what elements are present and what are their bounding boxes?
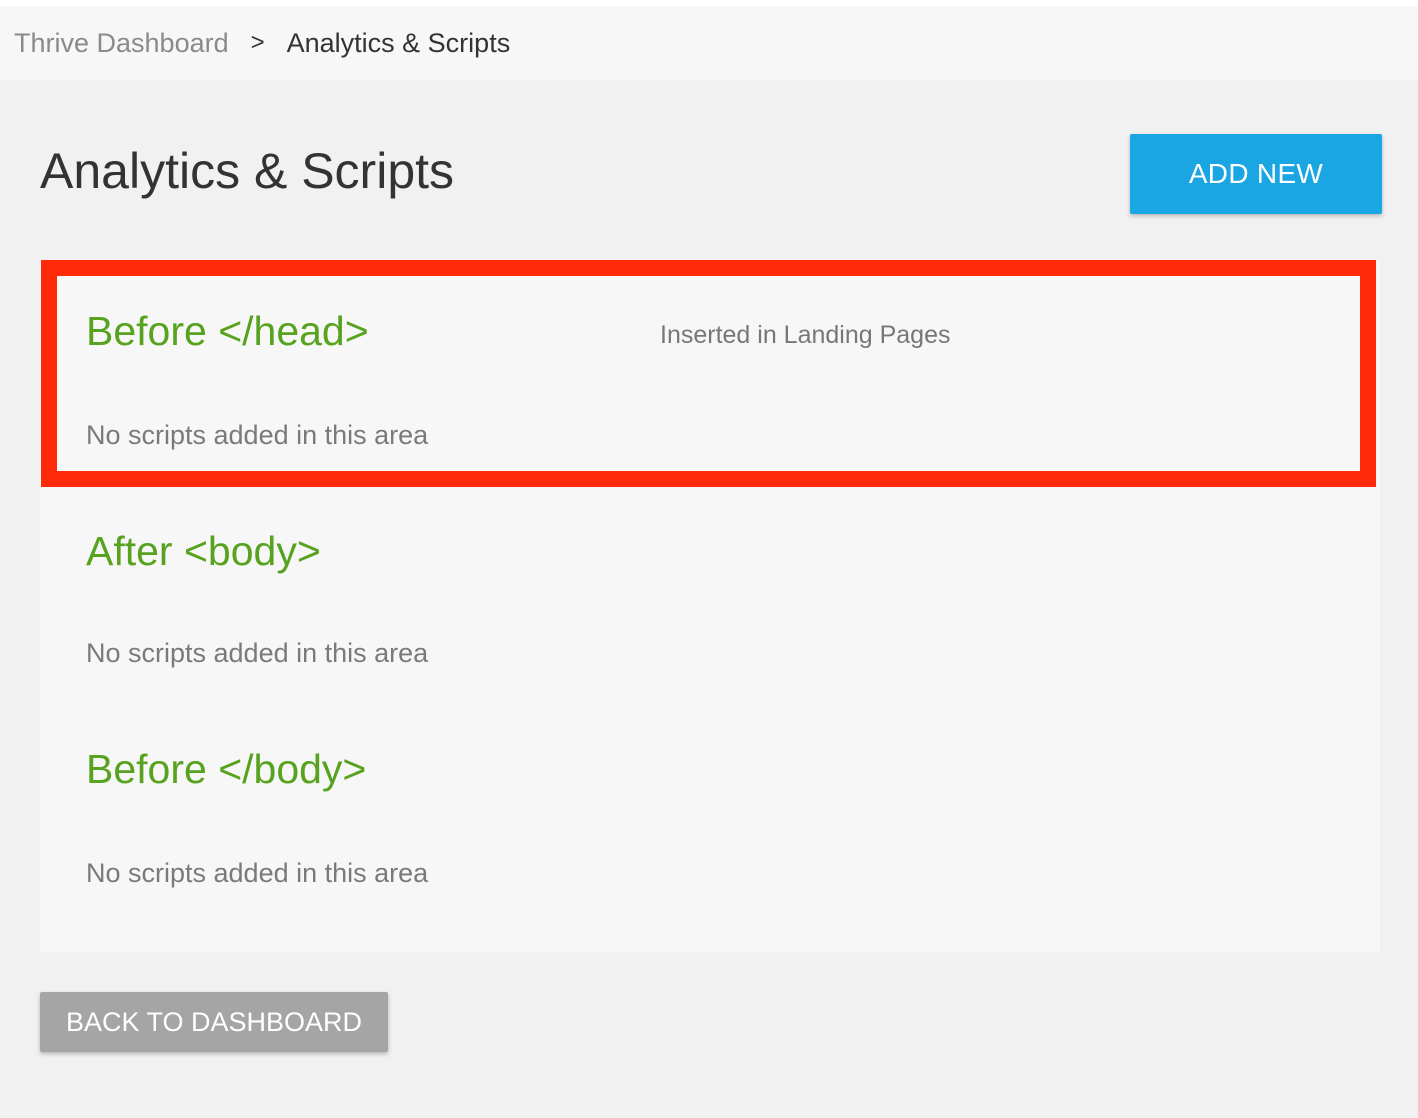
breadcrumb-separator: > xyxy=(250,29,265,56)
section-empty-text: No scripts added in this area xyxy=(86,858,429,888)
scripts-panel xyxy=(40,262,1380,952)
section-title: After <body> xyxy=(86,528,321,574)
section-title: Before </head> xyxy=(86,308,369,354)
section-empty-text: No scripts added in this area xyxy=(86,420,429,450)
breadcrumb-current: Analytics & Scripts xyxy=(286,27,511,58)
add-new-button[interactable]: ADD NEW xyxy=(1130,134,1382,214)
page-title: Analytics & Scripts xyxy=(40,143,455,199)
breadcrumb: Thrive Dashboard > Analytics & Scripts xyxy=(0,6,1418,80)
breadcrumb-link-dashboard[interactable]: Thrive Dashboard xyxy=(14,28,229,59)
section-title: Before </body> xyxy=(86,746,367,792)
back-to-dashboard-button[interactable]: BACK TO DASHBOARD xyxy=(40,992,388,1052)
section-note: Inserted in Landing Pages xyxy=(660,321,951,349)
section-empty-text: No scripts added in this area xyxy=(86,638,429,668)
